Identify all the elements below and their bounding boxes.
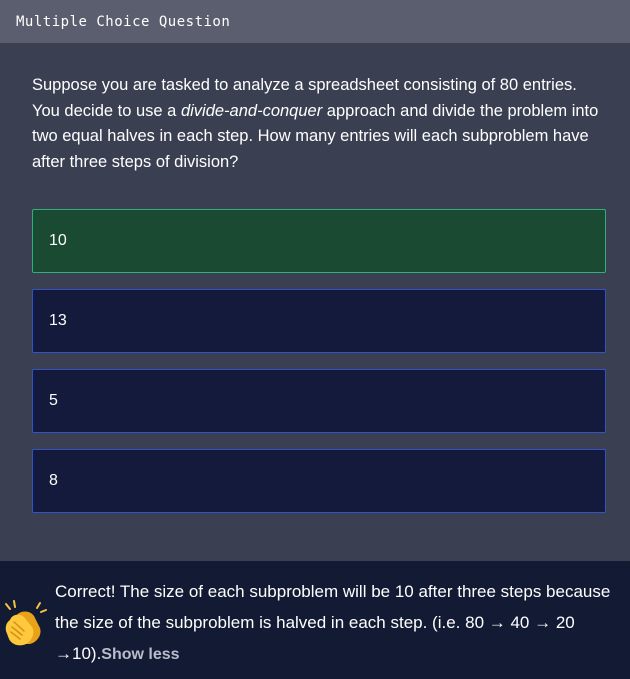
option-label: 8 bbox=[49, 472, 58, 489]
feedback-message: Correct! The size of each subproblem wil… bbox=[55, 576, 615, 670]
option-13[interactable]: 13 bbox=[32, 289, 606, 353]
header-bar: Multiple Choice Question bbox=[0, 0, 630, 43]
option-5[interactable]: 5 bbox=[32, 369, 606, 433]
option-label: 10 bbox=[49, 232, 67, 249]
answer-options: 10 13 5 8 bbox=[32, 209, 606, 529]
page-title: Multiple Choice Question bbox=[16, 13, 231, 30]
question-text: Suppose you are tasked to analyze a spre… bbox=[32, 73, 602, 175]
show-less-link[interactable]: Show less bbox=[101, 646, 179, 663]
option-label: 5 bbox=[49, 392, 58, 409]
option-8[interactable]: 8 bbox=[32, 449, 606, 513]
clapping-hands-icon bbox=[5, 600, 47, 646]
question-emphasis: divide-and-conquer bbox=[180, 101, 323, 120]
option-10[interactable]: 10 bbox=[32, 209, 606, 273]
option-label: 13 bbox=[49, 312, 67, 329]
